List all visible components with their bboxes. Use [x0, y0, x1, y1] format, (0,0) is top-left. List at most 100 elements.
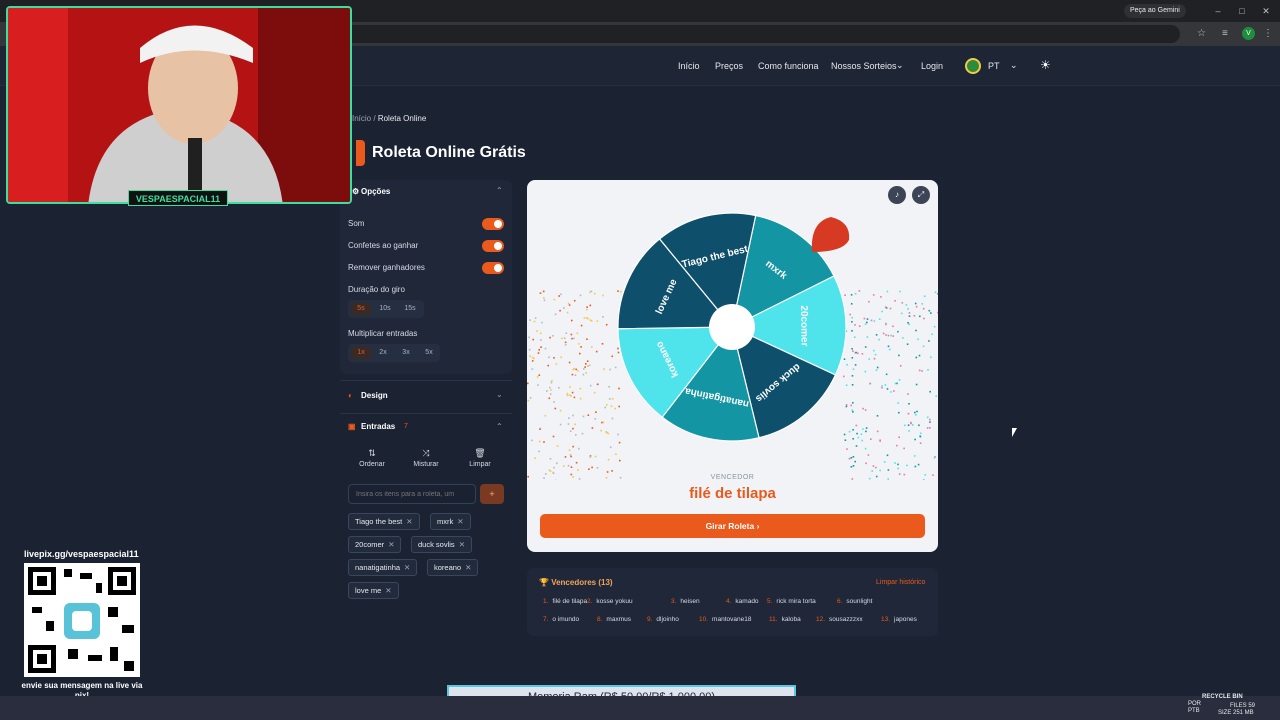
nav-link-login[interactable]: Login: [921, 61, 943, 71]
menu-icon[interactable]: ⋮: [1263, 27, 1273, 41]
winner-rank: 5.: [767, 598, 773, 605]
confetti-particle: [896, 444, 898, 447]
confetti-particle: [585, 372, 587, 374]
remove-icon[interactable]: ✕: [404, 563, 410, 572]
maximize-icon[interactable]: □: [1235, 4, 1249, 18]
chevron-up-icon[interactable]: ⌃: [496, 186, 503, 195]
sort-button[interactable]: ⇅ Ordenar: [348, 448, 396, 476]
star-icon[interactable]: ☆: [1197, 27, 1206, 41]
close-icon[interactable]: ✕: [1259, 4, 1273, 18]
confetti-particle: [910, 421, 912, 424]
clear-history-button[interactable]: Limpar histórico: [876, 579, 925, 586]
remove-icon[interactable]: ✕: [406, 517, 412, 526]
duration-5s[interactable]: 5s: [351, 303, 371, 315]
tab-search-icon[interactable]: ≡: [1222, 27, 1228, 41]
multiplier-2x[interactable]: 2x: [373, 347, 393, 359]
entry-chip[interactable]: 20comer ✕: [348, 536, 402, 553]
duration-15s[interactable]: 15s: [400, 303, 420, 315]
sound-toggle[interactable]: [482, 218, 504, 230]
confetti-particle: [618, 387, 620, 390]
confetti-particle: [533, 320, 536, 323]
clear-button[interactable]: 🗑 Limpar: [456, 448, 504, 476]
confetti-particle: [614, 407, 616, 410]
confetti-particle: [928, 340, 930, 342]
wheel-segment-label: 20comer: [798, 305, 810, 346]
add-entry-button[interactable]: +: [480, 484, 504, 504]
nav-link-inicio[interactable]: Início: [678, 61, 700, 71]
nav-link-sorteios[interactable]: Nossos Sorteios: [831, 61, 897, 71]
confetti-particle: [531, 368, 534, 370]
remove-icon[interactable]: ✕: [385, 586, 391, 595]
entries-heading[interactable]: Entradas: [361, 422, 395, 431]
gemini-button[interactable]: Peça ao Gemini: [1124, 4, 1186, 18]
chevron-down-icon[interactable]: ⌄: [896, 60, 904, 71]
chevron-down-icon[interactable]: ⌄: [496, 390, 503, 399]
confetti-particle: [935, 395, 937, 397]
confetti-particle: [864, 323, 867, 325]
confetti-particle: [569, 386, 571, 388]
confetti-particle: [923, 317, 925, 320]
sound-icon[interactable]: ♪: [888, 186, 906, 204]
confetti-particle: [850, 294, 853, 296]
remove-winners-toggle[interactable]: [482, 262, 504, 274]
language-selector[interactable]: PT: [988, 61, 1000, 71]
entry-chip[interactable]: duck sovlis ✕: [411, 536, 472, 553]
confetti-particle: [608, 386, 610, 388]
entry-chip[interactable]: nanatigatinha ✕: [348, 559, 418, 576]
multiplier-5x[interactable]: 5x: [419, 347, 439, 359]
entry-chip[interactable]: Tiago the best ✕: [348, 513, 420, 530]
multiplier-1x[interactable]: 1x: [351, 347, 371, 359]
confetti-particle: [893, 390, 895, 392]
confetti-particle: [583, 368, 585, 370]
confetti-particle: [589, 319, 592, 321]
confetti-particle: [865, 430, 867, 433]
multiplier-3x[interactable]: 3x: [396, 347, 416, 359]
confetti-particle: [926, 416, 929, 419]
confetti-particle: [914, 465, 917, 468]
entry-chip[interactable]: koreano ✕: [427, 559, 479, 576]
remove-icon[interactable]: ✕: [388, 540, 394, 549]
nav-link-precos[interactable]: Preços: [715, 61, 743, 71]
confetti-particle: [617, 347, 619, 350]
brazil-flag-icon[interactable]: [965, 58, 981, 74]
remove-icon[interactable]: ✕: [457, 517, 463, 526]
wheel[interactable]: mxrk20comerduck sovlisnanatigatinhakorea…: [527, 180, 938, 482]
confetti-particle: [901, 302, 904, 304]
confetti-particle: [615, 453, 617, 456]
theme-toggle-icon[interactable]: ☀: [1040, 58, 1051, 72]
remove-icon[interactable]: ✕: [465, 563, 471, 572]
entry-chip[interactable]: mxrk ✕: [430, 513, 471, 530]
entries-count-badge: 7: [404, 423, 408, 430]
confetti-particle: [905, 304, 908, 306]
confetti-particle: [587, 365, 589, 367]
confetti-particle: [878, 318, 881, 320]
url-field[interactable]: [340, 25, 1180, 43]
remove-icon[interactable]: ✕: [459, 540, 465, 549]
breadcrumb-home[interactable]: Início: [352, 114, 371, 123]
shuffle-button[interactable]: ⤨ Misturar: [402, 448, 450, 476]
chevron-up-icon[interactable]: ⌃: [496, 422, 503, 431]
chip-label: koreano: [434, 563, 462, 572]
confetti-particle: [610, 405, 613, 408]
language-indicator[interactable]: POR PTB: [1188, 701, 1202, 715]
nav-link-como-funciona[interactable]: Como funciona: [758, 61, 819, 71]
chevron-down-icon[interactable]: ⌄: [1010, 60, 1018, 71]
options-heading[interactable]: Opções: [361, 187, 390, 196]
duration-10s[interactable]: 10s: [375, 303, 395, 315]
wheel-hub[interactable]: [709, 304, 755, 350]
confetti-particle: [529, 397, 532, 399]
entry-chip[interactable]: love me ✕: [348, 582, 399, 599]
confetti-particle: [541, 321, 543, 324]
spin-button[interactable]: Girar Roleta ›: [540, 514, 925, 538]
winner-item: 8. maxmus: [597, 616, 631, 623]
confetti-particle: [543, 441, 545, 443]
profile-avatar[interactable]: V: [1242, 27, 1255, 40]
entry-input[interactable]: [348, 484, 476, 504]
confetti-particle: [574, 423, 576, 426]
fullscreen-icon[interactable]: ⤢: [912, 186, 930, 204]
confetti-toggle[interactable]: [482, 240, 504, 252]
minimize-icon[interactable]: –: [1211, 4, 1225, 18]
design-heading[interactable]: Design: [361, 391, 388, 400]
confetti-particle: [597, 383, 599, 386]
confetti-particle: [579, 294, 582, 297]
